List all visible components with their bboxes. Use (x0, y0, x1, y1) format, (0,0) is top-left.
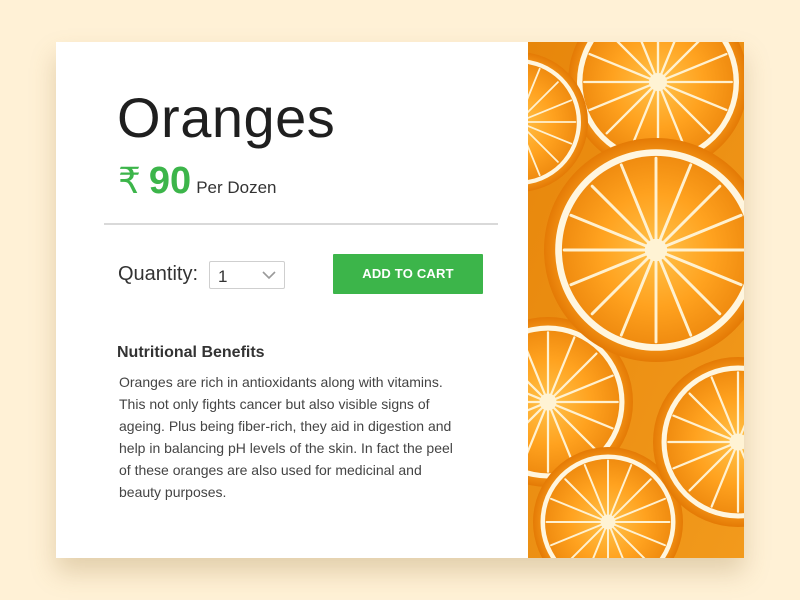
divider (104, 223, 498, 225)
chevron-down-icon (262, 271, 276, 280)
price-unit: Per Dozen (196, 178, 277, 197)
nutrition-line: ageing. Plus being fiber-rich, they aid … (119, 418, 452, 434)
price-row: ₹ 90 Per Dozen (118, 160, 277, 204)
product-image (528, 42, 744, 558)
quantity-select[interactable]: 1 (209, 261, 285, 289)
rupee-icon: ₹ (118, 161, 141, 202)
nutrition-line: This not only fights cancer but also vis… (119, 396, 430, 412)
nutrition-line: beauty purposes. (119, 484, 227, 500)
nutrition-heading: Nutritional Benefits (117, 344, 265, 361)
nutrition-line: Oranges are rich in antioxidants along w… (119, 374, 443, 390)
product-info-panel: Oranges ₹ 90 Per Dozen Quantity: 1 ADD T… (56, 42, 528, 558)
nutrition-line: help in balancing pH levels of the skin.… (119, 440, 453, 456)
product-title: Oranges (117, 86, 336, 149)
add-to-cart-button[interactable]: ADD TO CART (333, 254, 483, 294)
product-card: Oranges ₹ 90 Per Dozen Quantity: 1 ADD T… (56, 42, 744, 558)
quantity-label: Quantity: (118, 263, 199, 285)
quantity-value: 1 (218, 267, 228, 286)
nutrition-line: of these oranges are also used for medic… (119, 462, 422, 478)
price-amount: 90 (148, 160, 192, 202)
nutrition-description: Oranges are rich in antioxidants along w… (119, 371, 489, 503)
oranges-photo (528, 42, 744, 558)
